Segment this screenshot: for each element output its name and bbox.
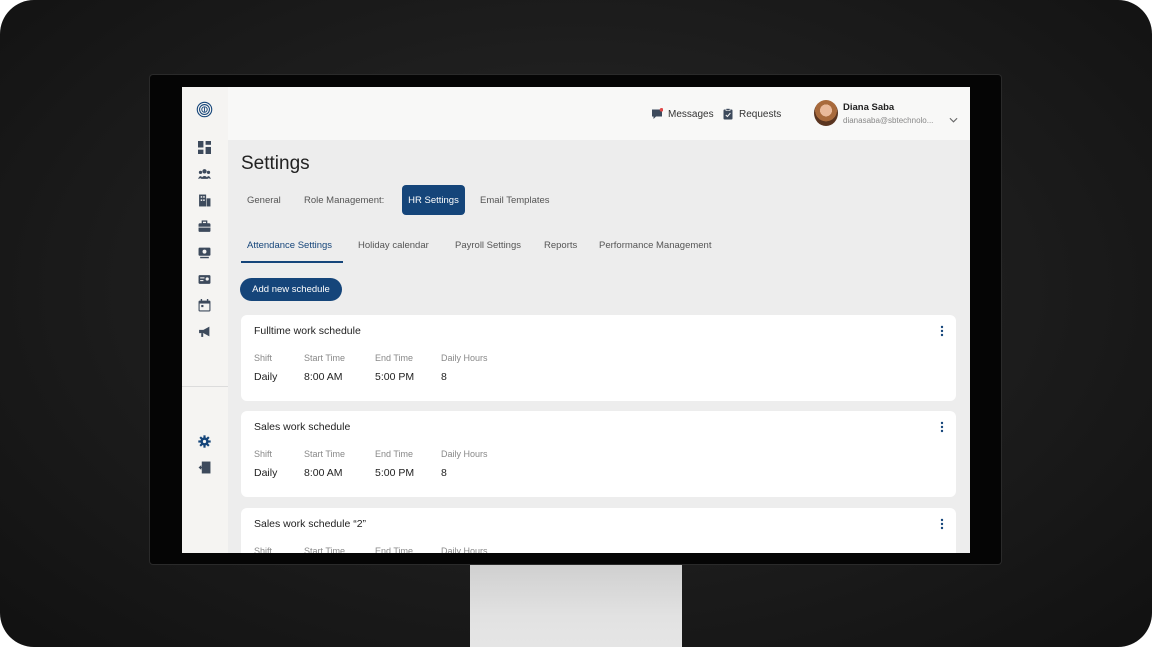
- start-time-value: 8:00 AM: [304, 467, 343, 479]
- sidebar-divider: [182, 386, 228, 387]
- megaphone-icon[interactable]: [198, 325, 211, 338]
- active-subtab-indicator: [241, 261, 343, 263]
- daily-hours-label: Daily Hours: [441, 546, 488, 553]
- chevron-down-icon[interactable]: [949, 117, 958, 123]
- end-time-value: 5:00 PM: [375, 371, 415, 383]
- start-time-label: Start Time: [304, 353, 346, 363]
- avatar[interactable]: [814, 100, 838, 126]
- end-time-label: End Time: [375, 449, 414, 459]
- subtab-performance-management[interactable]: Performance Management: [599, 240, 711, 251]
- tab-hr-settings[interactable]: HR Settings: [402, 185, 465, 215]
- more-options-icon[interactable]: [939, 421, 945, 433]
- schedule-card: Sales work schedule “2” Shift Start Time…: [241, 508, 956, 553]
- schedule-card: Fulltime work schedule Shift Start Time …: [241, 315, 956, 401]
- tab-general[interactable]: General: [247, 195, 281, 206]
- start-time-label: Start Time: [304, 546, 346, 553]
- subtab-holiday-calendar[interactable]: Holiday calendar: [358, 240, 429, 251]
- user-name: Diana Saba: [843, 102, 895, 113]
- payroll-icon[interactable]: [198, 246, 211, 259]
- clipboard-icon: [723, 108, 733, 120]
- daily-hours-value: 8: [441, 467, 447, 479]
- shift-label: Shift: [254, 546, 273, 553]
- tab-role-management[interactable]: Role Management:: [304, 195, 384, 206]
- subtab-reports[interactable]: Reports: [544, 240, 577, 251]
- schedule-title: Sales work schedule “2”: [254, 518, 367, 530]
- app-window: Messages Requests Diana Saba dianasaba@s…: [182, 87, 970, 553]
- tab-email-templates[interactable]: Email Templates: [480, 195, 550, 206]
- user-email: dianasaba@sbtechnolo...: [843, 116, 934, 125]
- schedule-title: Sales work schedule: [254, 421, 351, 433]
- building-icon[interactable]: [198, 194, 211, 207]
- requests-button[interactable]: Requests: [722, 108, 781, 120]
- messages-label: Messages: [668, 108, 714, 120]
- dashboard-icon[interactable]: [198, 141, 211, 154]
- fingerprint-logo-icon[interactable]: [196, 101, 213, 118]
- messages-button[interactable]: Messages: [651, 108, 714, 120]
- sidebar: [182, 87, 228, 553]
- subtab-payroll-settings[interactable]: Payroll Settings: [455, 240, 521, 251]
- more-options-icon[interactable]: [939, 518, 945, 530]
- start-time-label: Start Time: [304, 449, 346, 459]
- settings-icon[interactable]: [198, 435, 211, 448]
- shift-label: Shift: [254, 353, 273, 363]
- logout-icon[interactable]: [198, 461, 211, 474]
- calendar-icon[interactable]: [198, 299, 211, 312]
- end-time-label: End Time: [375, 353, 414, 363]
- more-options-icon[interactable]: [939, 325, 945, 337]
- shift-value: Daily: [254, 467, 278, 479]
- end-time-value: 5:00 PM: [375, 467, 415, 479]
- requests-label: Requests: [739, 108, 782, 120]
- page-title: Settings: [241, 153, 310, 174]
- id-card-icon[interactable]: [198, 273, 211, 286]
- people-icon[interactable]: [198, 167, 211, 180]
- daily-hours-value: 8: [441, 371, 447, 383]
- backdrop: Messages Requests Diana Saba dianasaba@s…: [0, 0, 1152, 647]
- shift-value: Daily: [254, 371, 278, 383]
- end-time-label: End Time: [375, 546, 414, 553]
- daily-hours-label: Daily Hours: [441, 353, 488, 363]
- monitor-stand: [470, 563, 682, 647]
- schedule-title: Fulltime work schedule: [254, 325, 361, 337]
- add-new-schedule-button[interactable]: Add new schedule: [240, 278, 342, 301]
- schedule-card: Sales work schedule Shift Start Time End…: [241, 411, 956, 497]
- daily-hours-label: Daily Hours: [441, 449, 488, 459]
- message-icon: [652, 108, 663, 119]
- shift-label: Shift: [254, 449, 273, 459]
- briefcase-icon[interactable]: [198, 220, 211, 233]
- start-time-value: 8:00 AM: [304, 371, 343, 383]
- subtab-attendance-settings[interactable]: Attendance Settings: [247, 240, 332, 251]
- top-bar: Messages Requests Diana Saba dianasaba@s…: [228, 87, 970, 140]
